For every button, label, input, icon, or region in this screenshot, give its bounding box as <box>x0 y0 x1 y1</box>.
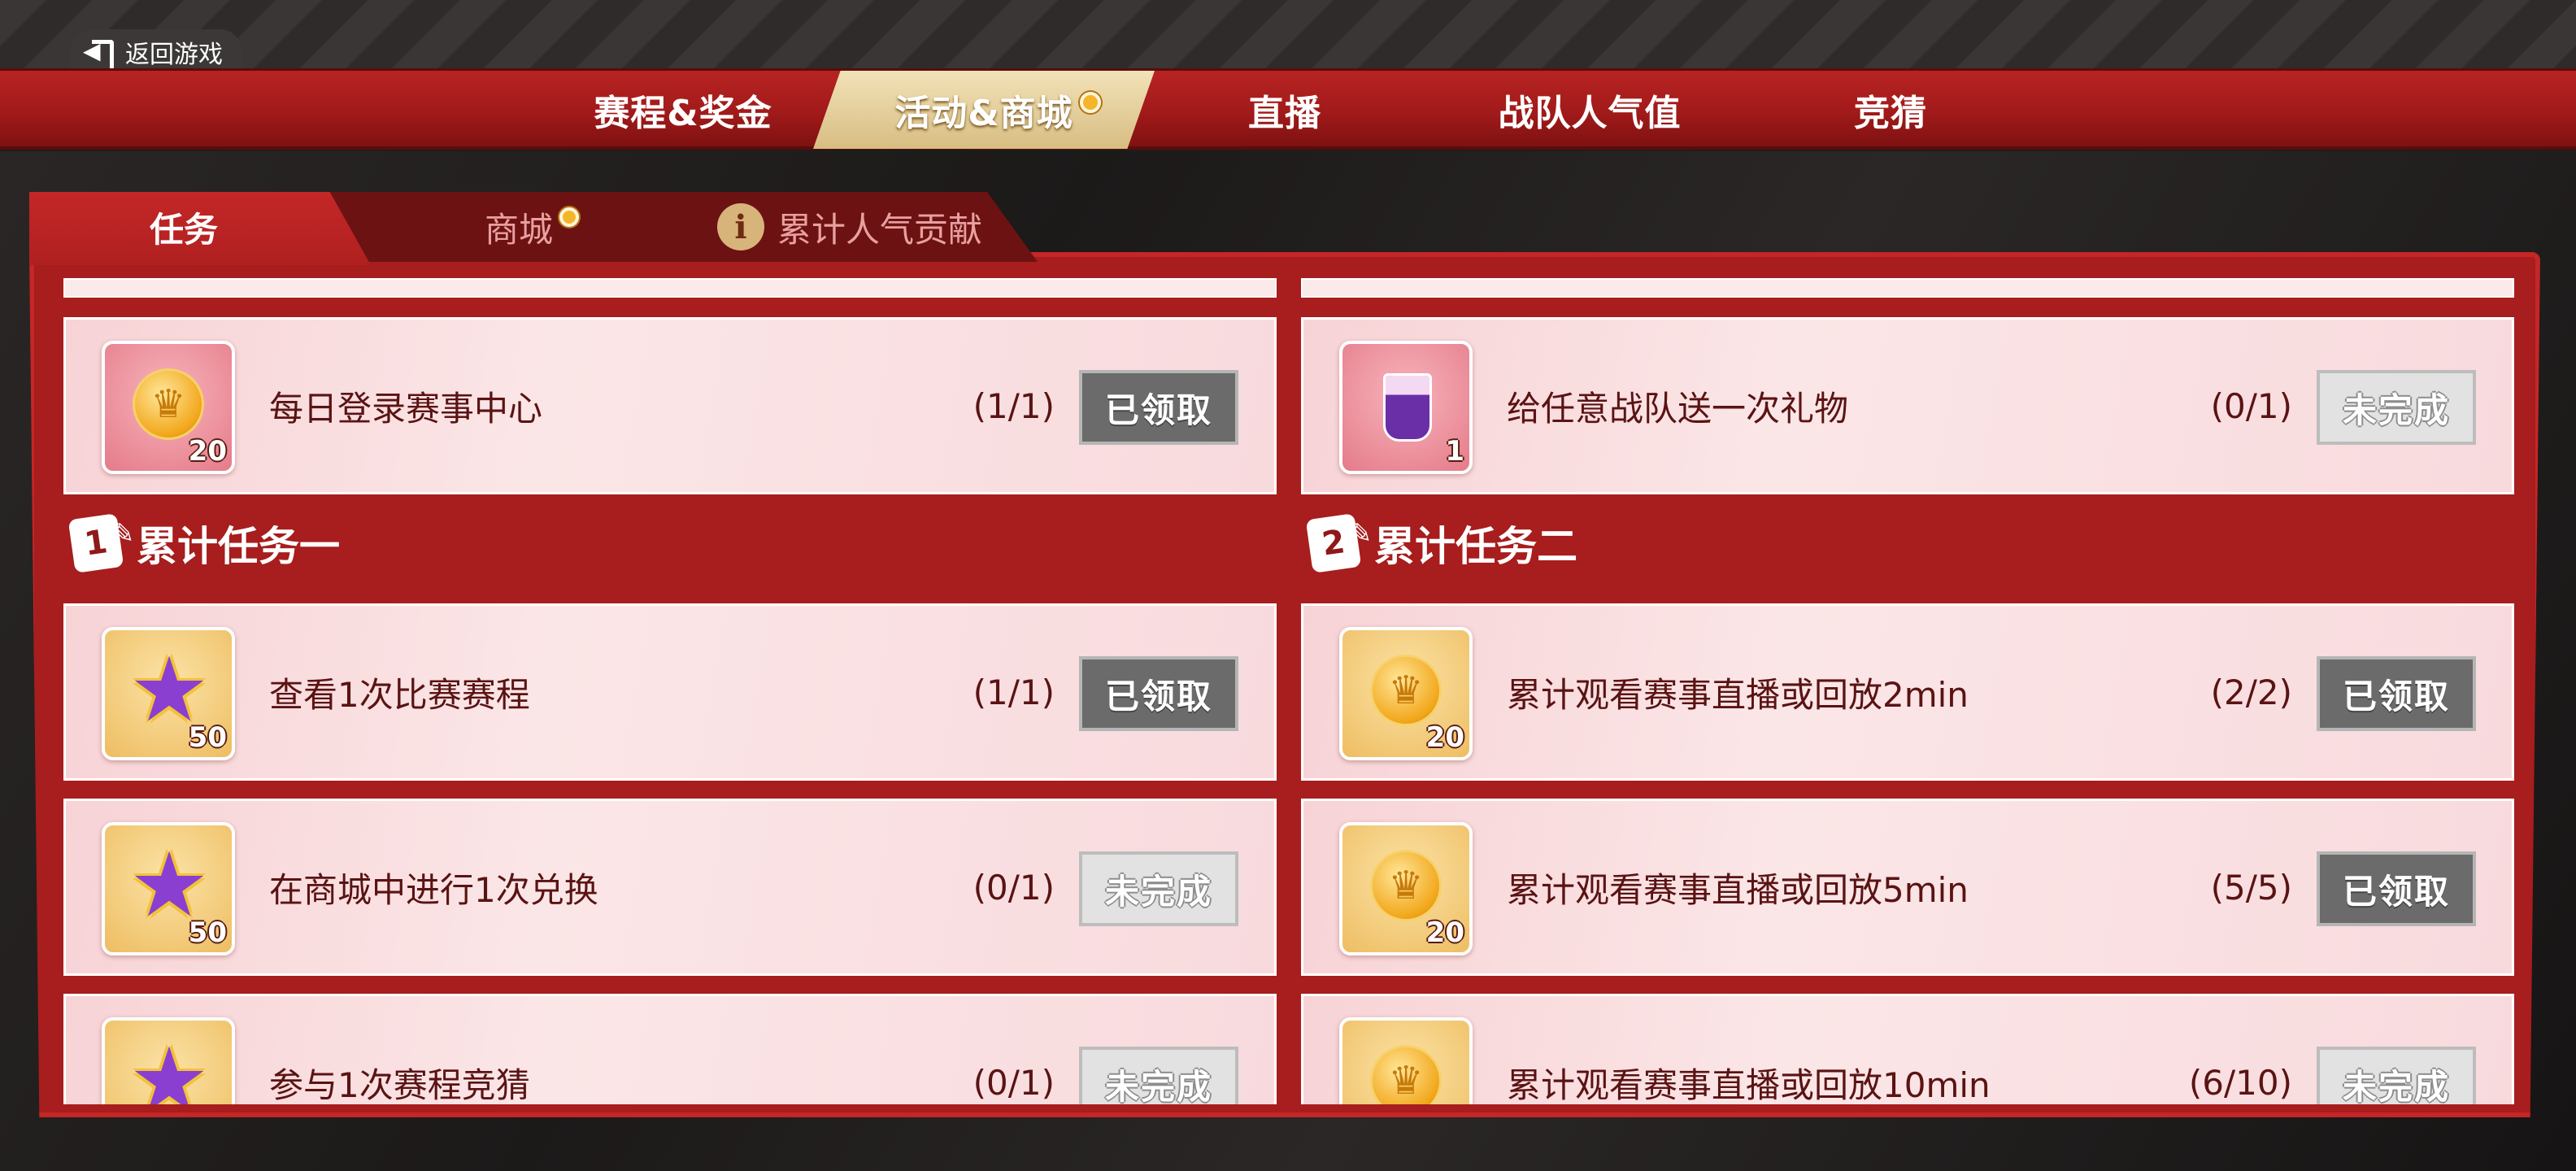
tab-label: 直播 <box>1248 93 1321 134</box>
task-progress: (1/1) <box>973 385 1055 426</box>
sub-tab-label: 任务 <box>150 209 219 250</box>
sub-tabs: 任务 商城 i 累计人气贡献 <box>29 192 1038 265</box>
task-number-icon: 2 <box>1305 513 1362 573</box>
task-card: ★ 50 在商城中进行1次兑换 (0/1) 未完成 <box>63 799 1277 976</box>
task-card: 1 给任意战队送一次礼物 (0/1) 未完成 <box>1301 317 2514 494</box>
tab-live[interactable]: 直播 <box>1203 71 1366 149</box>
incomplete-button[interactable]: 未完成 <box>2317 1047 2476 1104</box>
list-item-partial <box>1301 278 2514 298</box>
section-title-2: 2 累计任务二 <box>1305 513 1577 573</box>
task-number-icon: 1 <box>67 513 124 573</box>
tab-label: 活动&商城 <box>894 93 1073 134</box>
claimed-button[interactable]: 已领取 <box>1079 370 1238 445</box>
task-label: 累计观看赛事直播或回放10min <box>1507 1064 1991 1105</box>
task-label: 参与1次赛程竞猜 <box>269 1064 530 1105</box>
task-label: 累计观看赛事直播或回放2min <box>1507 674 1969 715</box>
section-title-label: 累计任务二 <box>1374 523 1577 570</box>
tab-label: 战队人气值 <box>1498 93 1682 134</box>
reward-thumbnail: ★ 50 <box>102 627 235 760</box>
section-title-1: 1 累计任务一 <box>67 513 340 573</box>
task-label: 查看1次比赛赛程 <box>269 674 530 715</box>
task-card: ♛ 20 累计观看赛事直播或回放5min (5/5) 已领取 <box>1301 799 2514 976</box>
sub-tab-label: 累计人气贡献 <box>777 209 983 250</box>
tab-label: 竞猜 <box>1854 93 1927 134</box>
gift-drink-icon <box>1383 373 1432 442</box>
sub-tab-label: 商城 <box>485 209 554 250</box>
tab-betting[interactable]: 竞猜 <box>1805 71 1976 149</box>
task-progress: (0/1) <box>973 1062 1055 1103</box>
task-card: ♛ 20 每日登录赛事中心 (1/1) 已领取 <box>63 317 1277 494</box>
reward-quantity: 1 <box>1445 435 1464 468</box>
reward-thumbnail: ♛ 20 <box>102 341 235 474</box>
gold-coin-icon: ♛ <box>1370 1045 1442 1104</box>
info-icon: i <box>717 203 764 250</box>
task-label: 每日登录赛事中心 <box>269 388 543 429</box>
task-progress: (6/10) <box>2188 1062 2292 1103</box>
reward-quantity: 20 <box>1425 721 1464 754</box>
reward-thumbnail: ♛ 20 <box>1339 822 1473 956</box>
list-item-partial <box>63 278 1277 298</box>
reward-thumbnail: 1 <box>1339 341 1473 474</box>
tab-label: 赛程&奖金 <box>594 93 772 134</box>
reward-quantity: 20 <box>1425 916 1464 949</box>
reward-thumbnail: ★ 50 <box>102 822 235 956</box>
reward-thumbnail: ♛ <box>1339 1017 1473 1104</box>
incomplete-button[interactable]: 未完成 <box>1079 1047 1238 1104</box>
claimed-button[interactable]: 已领取 <box>2317 851 2476 926</box>
task-progress: (2/2) <box>2210 672 2292 712</box>
tab-activity-shop[interactable]: 活动&商城 <box>813 71 1155 149</box>
task-label: 累计观看赛事直播或回放5min <box>1507 869 1969 910</box>
incomplete-button[interactable]: 未完成 <box>1079 851 1238 926</box>
sub-tab-tasks[interactable]: 任务 <box>150 192 218 262</box>
task-card: ♛ 20 累计观看赛事直播或回放2min (2/2) 已领取 <box>1301 603 2514 781</box>
reward-quantity: 50 <box>188 916 227 949</box>
tab-schedule-prize[interactable]: 赛程&奖金 <box>569 71 797 149</box>
back-to-game-label: 返回游戏 <box>125 41 223 69</box>
task-label: 在商城中进行1次兑换 <box>269 869 598 910</box>
sub-tab-popularity[interactable]: i 累计人气贡献 <box>717 192 982 262</box>
incomplete-button[interactable]: 未完成 <box>2317 370 2476 445</box>
reward-quantity: 20 <box>188 435 227 468</box>
reward-quantity: 50 <box>188 721 227 754</box>
gold-coin-icon: ♛ <box>1370 655 1442 726</box>
task-progress: (0/1) <box>973 867 1055 908</box>
notification-dot-icon <box>559 207 580 227</box>
tab-team-popularity[interactable]: 战队人气值 <box>1464 71 1716 149</box>
task-progress: (0/1) <box>2210 385 2292 426</box>
reward-thumbnail: ★ <box>102 1017 235 1104</box>
top-background <box>0 0 2576 73</box>
sub-tab-shop[interactable]: 商城 <box>485 192 580 262</box>
task-progress: (5/5) <box>2210 867 2292 908</box>
exit-icon <box>83 37 114 72</box>
task-list[interactable]: ♛ 20 每日登录赛事中心 (1/1) 已领取 1 给任意战队送一次礼物 (0/… <box>63 276 2514 1104</box>
task-card: ★ 参与1次赛程竞猜 (0/1) 未完成 <box>63 994 1277 1104</box>
claimed-button[interactable]: 已领取 <box>1079 656 1238 731</box>
claimed-button[interactable]: 已领取 <box>2317 656 2476 731</box>
task-progress: (1/1) <box>973 672 1055 712</box>
gold-coin-icon: ♛ <box>1370 850 1442 921</box>
task-label: 给任意战队送一次礼物 <box>1507 388 1849 429</box>
task-card: ★ 50 查看1次比赛赛程 (1/1) 已领取 <box>63 603 1277 781</box>
task-card: ♛ 累计观看赛事直播或回放10min (6/10) 未完成 <box>1301 994 2514 1104</box>
gold-coin-icon: ♛ <box>133 368 204 440</box>
purple-star-icon: ★ <box>128 1028 210 1104</box>
section-title-label: 累计任务一 <box>137 523 340 570</box>
top-nav: 赛程&奖金 活动&商城 直播 战队人气值 竞猜 <box>0 68 2576 150</box>
reward-thumbnail: ♛ 20 <box>1339 627 1473 760</box>
notification-dot-icon <box>1080 92 1101 113</box>
